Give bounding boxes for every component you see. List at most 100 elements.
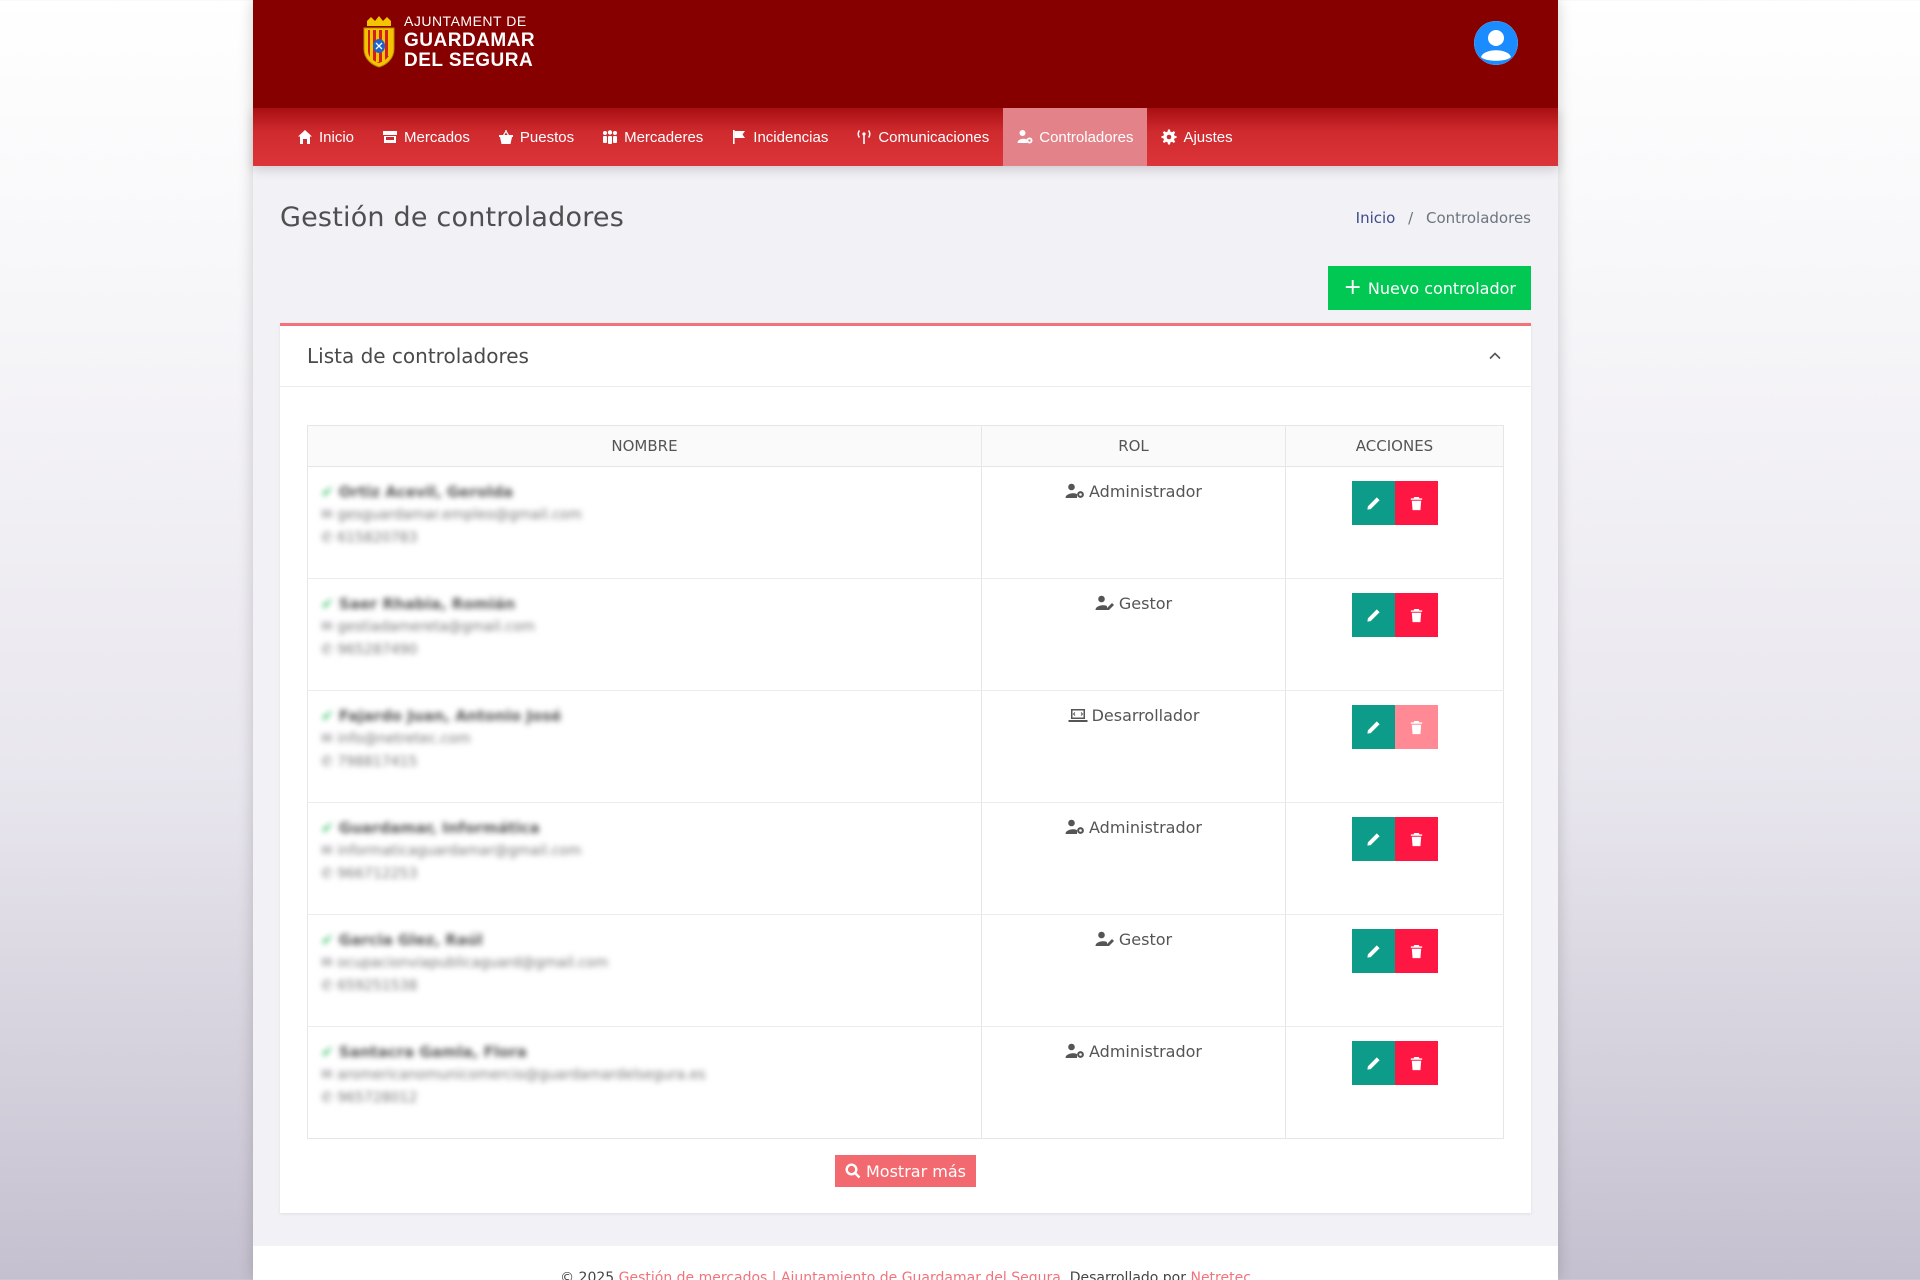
name-cell: ✔ Ortiz Acevil, Gerolda ✉ gesguardamar.e… bbox=[307, 466, 982, 579]
role-label: Desarrollador bbox=[1091, 706, 1200, 725]
controller-name: Garcia Glez, Raúl bbox=[338, 931, 483, 949]
laptop-icon bbox=[1068, 709, 1088, 722]
edit-button[interactable] bbox=[1351, 705, 1395, 749]
column-header-rol[interactable]: ROL bbox=[981, 425, 1286, 467]
trash-icon bbox=[1410, 608, 1422, 622]
chevron-up-icon[interactable] bbox=[1487, 348, 1503, 364]
nav-label: Puestos bbox=[519, 128, 575, 146]
show-more-wrap: Mostrar más bbox=[307, 1155, 1504, 1187]
check-icon: ✔ bbox=[321, 931, 339, 949]
phone-icon: ✆ bbox=[321, 1090, 338, 1106]
name-cell: ✔ Garcia Glez, Raúl ✉ ocupacionviapublic… bbox=[307, 914, 982, 1027]
table-row: ✔ Ortiz Acevil, Gerolda ✉ gesguardamar.e… bbox=[307, 466, 1504, 579]
show-more-button[interactable]: Mostrar más bbox=[835, 1155, 976, 1187]
nav-item-controladores[interactable]: Controladores bbox=[1003, 108, 1148, 166]
footer-copyright: © 2025 bbox=[560, 1270, 615, 1280]
email-icon: ✉ bbox=[321, 955, 338, 971]
delete-button bbox=[1394, 705, 1438, 749]
row-actions bbox=[1351, 817, 1438, 861]
footer-app-link[interactable]: Gestión de mercados | Ajuntamiento de Gu… bbox=[619, 1270, 1061, 1280]
user-gear-icon bbox=[1065, 483, 1084, 498]
controller-email: gestiadamereta@gmail.com bbox=[337, 619, 536, 635]
column-header-nombre[interactable]: NOMBRE bbox=[307, 425, 982, 467]
table-row: ✔ Santacra Gamla, Flora ✉ aromericanomun… bbox=[307, 1026, 1504, 1139]
controller-email: info@netretec.com bbox=[337, 731, 471, 747]
edit-button[interactable] bbox=[1351, 929, 1395, 973]
controller-email: aromericanomunicomercio@guardamardelsegu… bbox=[337, 1067, 706, 1083]
footer-developed-by: . Desarrollado por bbox=[1060, 1270, 1187, 1280]
controller-phone: 965728012 bbox=[337, 1090, 418, 1106]
trash-icon bbox=[1410, 496, 1422, 510]
main-content: Gestión de controladores Inicio / Contro… bbox=[253, 202, 1558, 1213]
user-gear-icon bbox=[1017, 130, 1033, 144]
nav-item-inicio[interactable]: Inicio bbox=[283, 108, 368, 166]
email-icon: ✉ bbox=[321, 843, 338, 859]
row-actions bbox=[1351, 929, 1438, 973]
trash-icon bbox=[1410, 832, 1422, 846]
logo[interactable]: AJUNTAMENT DE GUARDAMAR DEL SEGURA bbox=[359, 14, 535, 70]
controller-name: Fajardo Juan, Antonio José bbox=[338, 707, 562, 725]
user-gear-icon bbox=[1065, 819, 1084, 834]
controller-phone: 798817415 bbox=[337, 754, 418, 770]
breadcrumb-home-link[interactable]: Inicio bbox=[1356, 209, 1396, 227]
delete-button[interactable] bbox=[1394, 929, 1438, 973]
search-icon bbox=[845, 1163, 861, 1179]
role-cell: Gestor bbox=[981, 578, 1286, 691]
row-actions bbox=[1351, 481, 1438, 525]
delete-button[interactable] bbox=[1394, 481, 1438, 525]
check-icon: ✔ bbox=[321, 819, 339, 837]
pencil-icon bbox=[1366, 944, 1380, 958]
nav-item-mercaderes[interactable]: Mercaderes bbox=[588, 108, 717, 166]
delete-button[interactable] bbox=[1394, 1041, 1438, 1085]
column-header-acciones: ACCIONES bbox=[1285, 425, 1504, 467]
nav-label: Controladores bbox=[1039, 128, 1134, 146]
nav-label: Ajustes bbox=[1183, 128, 1233, 146]
role-cell: Administrador bbox=[981, 466, 1286, 579]
delete-button[interactable] bbox=[1394, 817, 1438, 861]
page-header: Gestión de controladores Inicio / Contro… bbox=[280, 202, 1531, 233]
nav-item-comunicaciones[interactable]: Comunicaciones bbox=[842, 108, 1003, 166]
role-cell: Administrador bbox=[981, 1026, 1286, 1139]
check-icon: ✔ bbox=[321, 707, 339, 725]
column-header-label: ROL bbox=[1118, 437, 1149, 455]
nav-item-mercados[interactable]: Mercados bbox=[368, 108, 484, 166]
table-body: ✔ Ortiz Acevil, Gerolda ✉ gesguardamar.e… bbox=[307, 466, 1504, 1139]
pencil-icon bbox=[1366, 1056, 1380, 1070]
edit-button[interactable] bbox=[1351, 481, 1395, 525]
plus-icon: + bbox=[1343, 275, 1362, 300]
phone-icon: ✆ bbox=[321, 642, 338, 658]
role-label: Administrador bbox=[1089, 1042, 1202, 1061]
pencil-icon bbox=[1366, 608, 1380, 622]
trash-icon bbox=[1410, 944, 1422, 958]
actions-cell bbox=[1285, 466, 1504, 579]
controller-phone: 659251538 bbox=[337, 978, 418, 994]
actions-cell bbox=[1285, 578, 1504, 691]
controller-phone: 615820783 bbox=[337, 530, 418, 546]
edit-button[interactable] bbox=[1351, 1041, 1395, 1085]
role-label: Administrador bbox=[1089, 818, 1202, 837]
nav-item-incidencias[interactable]: Incidencias bbox=[717, 108, 842, 166]
user-avatar[interactable] bbox=[1474, 21, 1518, 65]
delete-button[interactable] bbox=[1394, 593, 1438, 637]
controller-phone: 966712253 bbox=[337, 866, 418, 882]
edit-button[interactable] bbox=[1351, 593, 1395, 637]
footer: © 2025 Gestión de mercados | Ajuntamient… bbox=[253, 1246, 1558, 1280]
email-icon: ✉ bbox=[321, 619, 338, 635]
new-controller-button[interactable]: + Nuevo controlador bbox=[1328, 266, 1531, 310]
card-header: Lista de controladores bbox=[280, 326, 1531, 387]
name-cell: ✔ Saer Rhabia, Romián ✉ gestiadamereta@g… bbox=[307, 578, 982, 691]
footer-developer-link[interactable]: Netretec bbox=[1190, 1270, 1250, 1280]
role-cell: Gestor bbox=[981, 914, 1286, 1027]
controller-phone: 965287490 bbox=[337, 642, 418, 658]
table-row: ✔ Fajardo Juan, Antonio José ✉ info@netr… bbox=[307, 690, 1504, 803]
actions-cell bbox=[1285, 690, 1504, 803]
role-cell: Administrador bbox=[981, 802, 1286, 915]
nav-item-ajustes[interactable]: Ajustes bbox=[1147, 108, 1246, 166]
top-header: AJUNTAMENT DE GUARDAMAR DEL SEGURA bbox=[253, 0, 1558, 108]
phone-icon: ✆ bbox=[321, 866, 338, 882]
controller-email: ocupacionviapublicaguard@gmail.com bbox=[337, 955, 609, 971]
table-row: ✔ Saer Rhabia, Romián ✉ gestiadamereta@g… bbox=[307, 578, 1504, 691]
nav-item-puestos[interactable]: Puestos bbox=[484, 108, 588, 166]
basket-icon bbox=[498, 130, 513, 144]
edit-button[interactable] bbox=[1351, 817, 1395, 861]
